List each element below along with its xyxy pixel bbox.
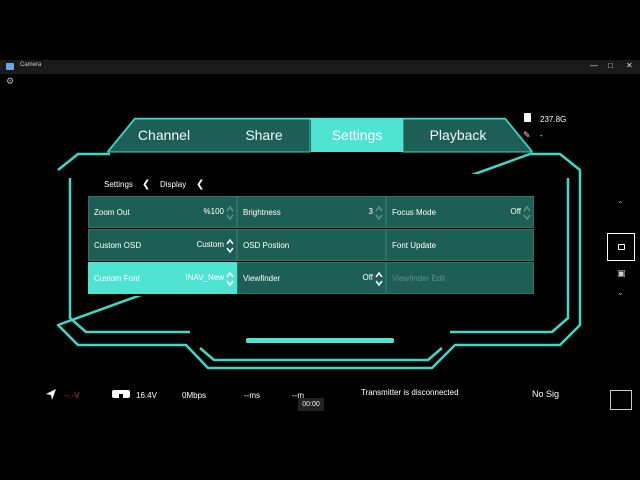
stepper-arrows-icon[interactable]: [226, 269, 234, 289]
bitrate: 0Mbps: [182, 391, 207, 400]
setting-font-update[interactable]: Font Update: [386, 229, 534, 261]
sd-card-icon: [524, 113, 531, 122]
tab-share[interactable]: Share: [216, 118, 312, 152]
stepper-arrows-icon[interactable]: [375, 269, 383, 289]
setting-viewfinder[interactable]: Viewfinder Off: [237, 262, 386, 294]
setting-viewfinder-edit[interactable]: Viewfinder Edit: [386, 262, 534, 294]
battery-voltage: 16.4V: [136, 391, 157, 400]
stepper-arrows-icon[interactable]: [226, 203, 234, 223]
chevron-left-icon[interactable]: ❮: [196, 174, 204, 196]
thumbnail-button[interactable]: [610, 390, 632, 410]
chevron-up-icon[interactable]: ⌃: [617, 200, 624, 209]
storage-secondary: -: [540, 131, 543, 140]
tab-playback[interactable]: Playback: [408, 118, 508, 152]
tab-settings[interactable]: Settings: [311, 118, 403, 152]
stepper-arrows-icon[interactable]: [523, 203, 531, 223]
breadcrumb-display[interactable]: Display: [160, 174, 186, 196]
breadcrumb-settings[interactable]: Settings: [104, 174, 133, 196]
transmitter-status: Transmitter is disconnected: [361, 388, 459, 397]
video-camera-icon: [618, 244, 625, 250]
photo-camera-icon[interactable]: ▣: [617, 268, 626, 279]
signal-icon: ✎: [523, 130, 531, 140]
signal-value: --.-V: [64, 391, 80, 400]
setting-osd-position[interactable]: OSD Postion: [237, 229, 386, 261]
stepper-arrows-icon[interactable]: [375, 203, 383, 223]
navigation-arrow-icon: [46, 389, 56, 400]
setting-focus-mode[interactable]: Focus Mode Off: [386, 196, 534, 228]
no-signal-label: No Sig: [532, 389, 560, 399]
stepper-arrows-icon[interactable]: [226, 236, 234, 256]
chevron-down-icon[interactable]: ⌄: [617, 288, 624, 297]
setting-custom-osd[interactable]: Custom OSD Custom: [88, 229, 237, 261]
setting-zoom-out[interactable]: Zoom Out %100: [88, 196, 237, 228]
record-video-button[interactable]: [607, 233, 635, 261]
storage-capacity: 237.8G: [540, 115, 567, 124]
recording-timer: 00:00: [298, 398, 324, 411]
goggles-icon: [112, 390, 130, 398]
latency: --ms: [244, 391, 260, 400]
setting-brightness[interactable]: Brightness 3: [237, 196, 386, 228]
setting-custom-font[interactable]: Custom Font INAV_New: [88, 262, 237, 294]
breadcrumb: Settings ❮ Display ❮: [87, 174, 535, 196]
tab-channel[interactable]: Channel: [118, 118, 210, 152]
chevron-left-icon[interactable]: ❮: [142, 174, 150, 196]
